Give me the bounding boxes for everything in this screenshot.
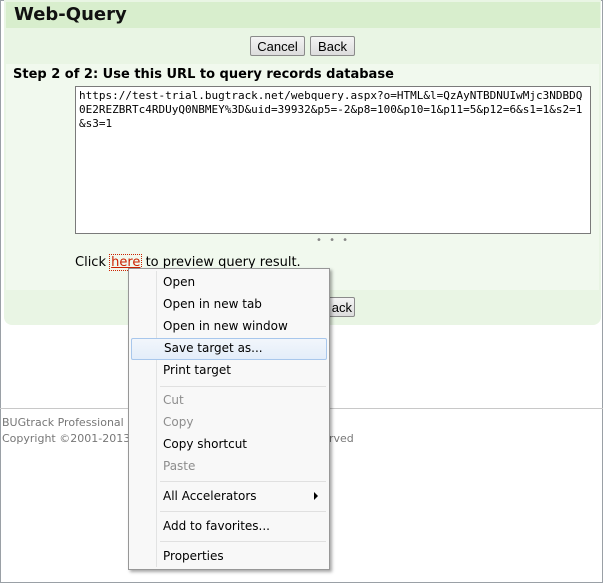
click-prefix: Click [75,255,106,270]
url-textarea[interactable]: https://test-trial.bugtrack.net/webquery… [75,86,591,234]
menu-item-open[interactable]: Open [132,272,326,292]
menu-item-copy-shortcut[interactable]: Copy shortcut [132,434,326,454]
menu-item-open-new-tab[interactable]: Open in new tab [132,294,326,314]
menu-item-save-target[interactable]: Save target as... [131,338,327,360]
back-button-top[interactable]: Back [310,36,355,56]
page-title: Web-Query [14,4,127,25]
submenu-arrow-icon [314,492,318,500]
menu-separator [160,386,326,387]
menu-item-properties[interactable]: Properties [132,546,326,566]
menu-item-open-new-window[interactable]: Open in new window [132,316,326,336]
menu-item-cut[interactable]: Cut [132,390,326,410]
menu-item-all-accelerators-label: All Accelerators [163,489,257,503]
menu-separator [160,481,326,482]
resize-grip-icon[interactable]: • • • [316,235,350,246]
context-menu: Open Open in new tab Open in new window … [128,268,330,570]
title-bar: Web-Query [6,2,600,28]
menu-item-all-accelerators[interactable]: All Accelerators [132,486,326,506]
menu-item-paste[interactable]: Paste [132,456,326,476]
menu-item-print-target[interactable]: Print target [132,360,326,380]
footer-copyright-text: Copyright ©2001-2013 [2,432,131,445]
step-heading: Step 2 of 2: Use this URL to query recor… [13,67,394,82]
footer-rights-text: rved [329,432,354,445]
menu-item-add-favorites[interactable]: Add to favorites... [132,516,326,536]
footer-product-text: BUGtrack Professional E [2,416,135,429]
cancel-button[interactable]: Cancel [250,36,305,56]
menu-separator [160,511,326,512]
menu-item-copy[interactable]: Copy [132,412,326,432]
menu-separator [160,541,326,542]
